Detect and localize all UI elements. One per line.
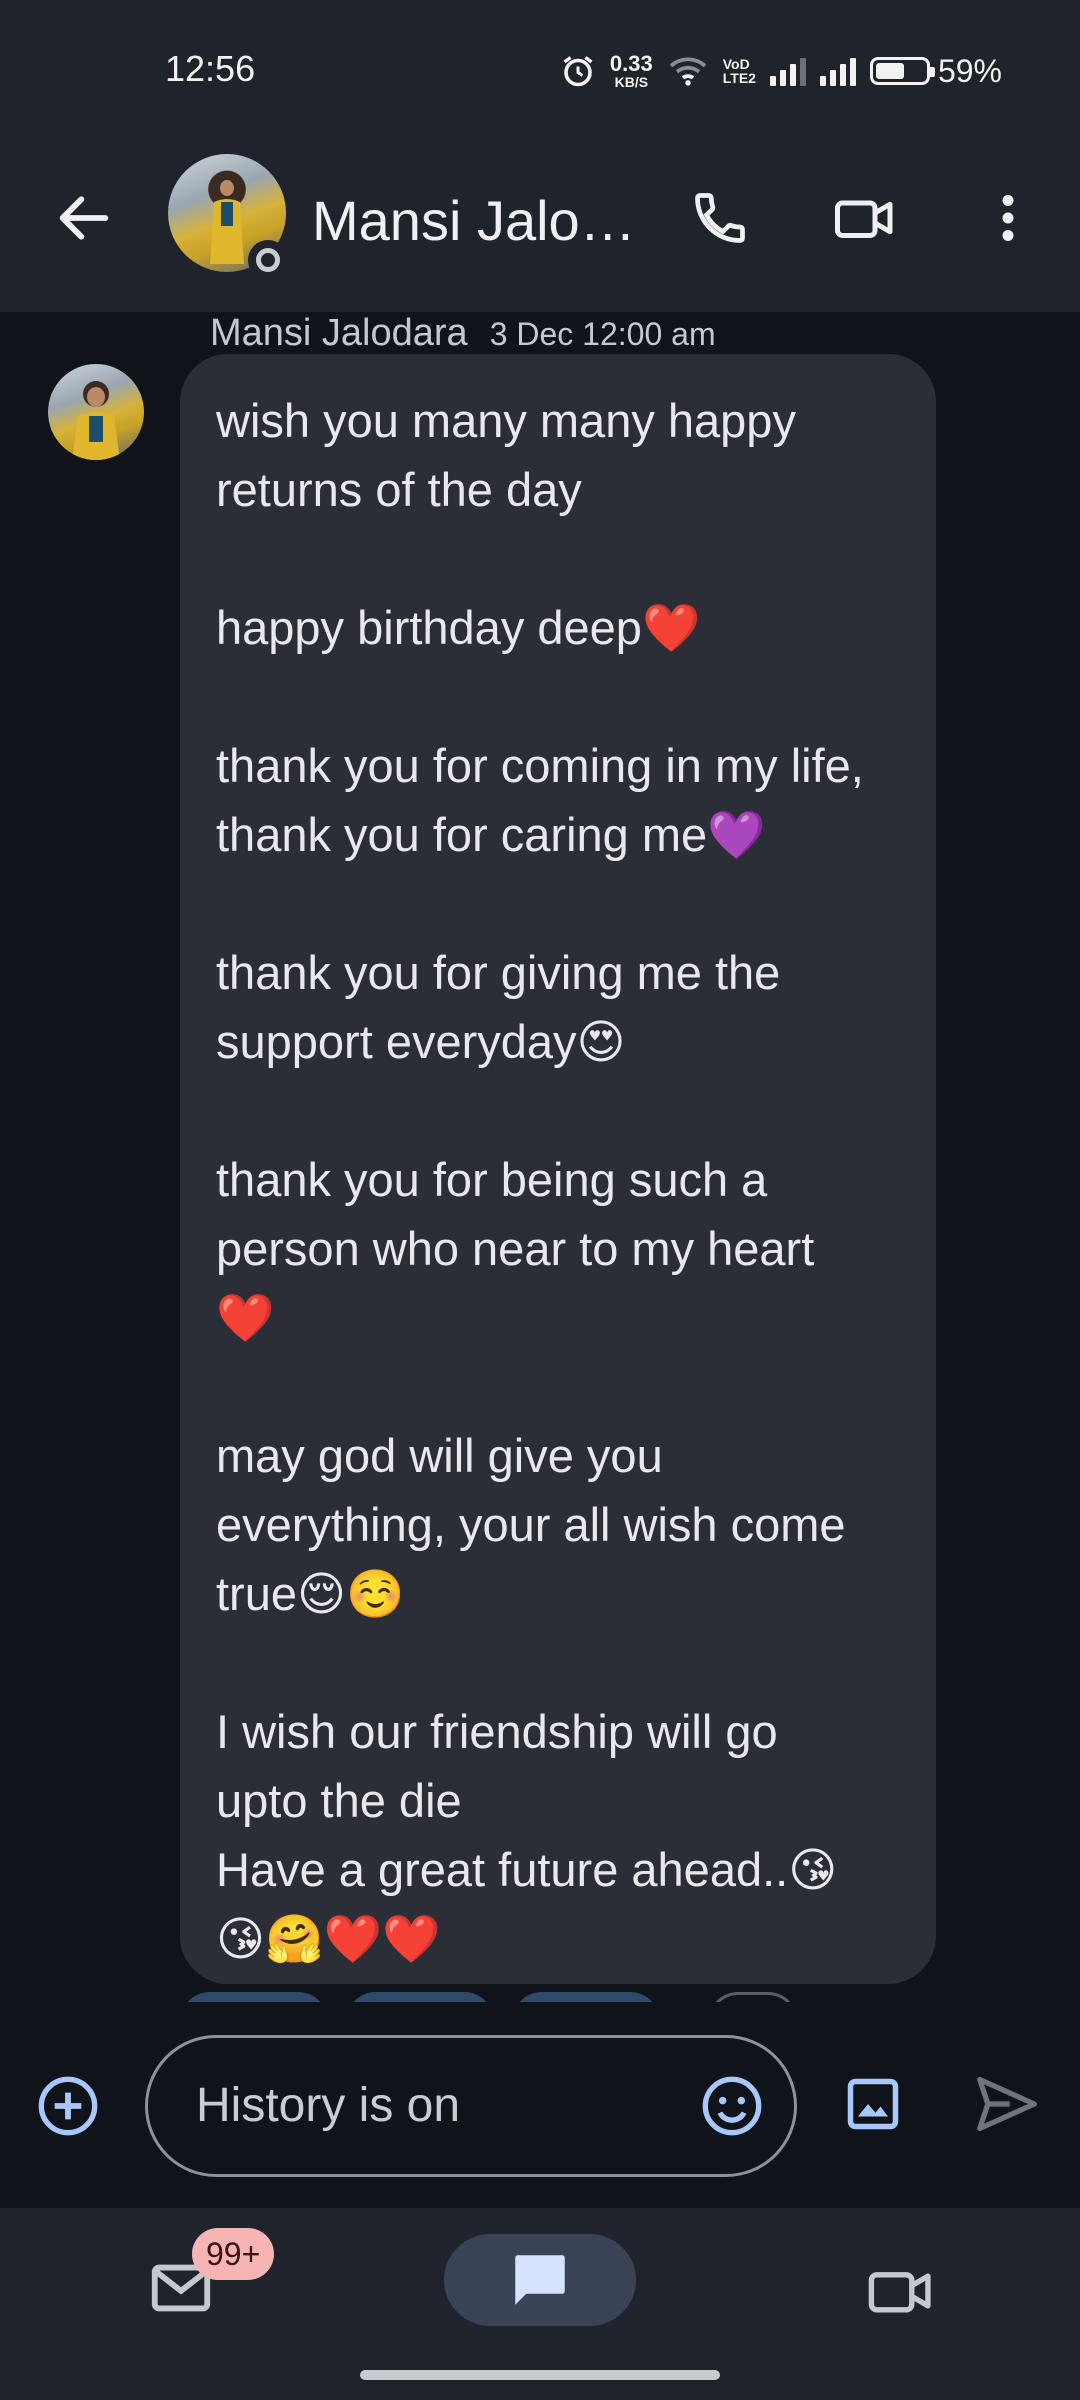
emoji-icon	[702, 2076, 762, 2136]
phone-icon	[695, 193, 745, 243]
suggestion-chips	[180, 1992, 798, 2002]
more-vert-icon	[1002, 195, 1014, 241]
home-indicator[interactable]	[360, 2370, 720, 2380]
message-line: returns of the day	[216, 463, 582, 516]
message-line: 😘🤗❤️❤️	[216, 1912, 441, 1965]
conversation-header: Mansi Jalo…	[0, 140, 1080, 312]
net-speed-unit: KB/S	[614, 74, 649, 90]
message-line: upto the die	[216, 1774, 462, 1827]
volte-indicator: VoD LTE2	[723, 57, 756, 85]
message-input[interactable]: History is on	[145, 2035, 797, 2177]
video-call-button[interactable]	[829, 182, 901, 254]
sender-avatar[interactable]	[48, 364, 144, 460]
emoji-button[interactable]	[700, 2074, 764, 2138]
message-line: may god will give you	[216, 1429, 663, 1482]
compose-bar: History is on	[0, 2002, 1080, 2208]
message-line: Have a great future ahead..😘	[216, 1843, 838, 1896]
message-line: thank you for giving me the	[216, 946, 781, 999]
person-photo-icon	[72, 381, 120, 460]
net-speed-value: 0.33	[609, 51, 653, 76]
more-options-button[interactable]	[972, 182, 1044, 254]
send-icon	[977, 2076, 1037, 2132]
message-meta: Mansi Jalodara 3 Dec 12:00 am	[210, 312, 716, 356]
message-list[interactable]: Mansi Jalodara 3 Dec 12:00 am wish you m…	[0, 312, 1080, 2002]
suggestion-chip[interactable]	[180, 1992, 328, 2002]
send-button[interactable]	[974, 2074, 1044, 2134]
status-icons: 0.33 KB/S VoD LTE2 59%	[560, 46, 1002, 96]
message-line: everything, your all wish come	[216, 1498, 846, 1551]
message-input-placeholder: History is on	[196, 2079, 461, 2132]
volte-bottom: LTE2	[722, 70, 756, 86]
volte-top: VoD	[722, 56, 750, 72]
net-speed: 0.33 KB/S	[609, 51, 653, 90]
bottom-navigation: 99+	[0, 2208, 1080, 2400]
message-line: thank you for being such a	[216, 1153, 768, 1206]
call-button[interactable]	[684, 182, 756, 254]
battery-fill	[875, 63, 905, 79]
battery-percent: 59%	[937, 52, 1002, 89]
battery: 59%	[869, 52, 1002, 90]
suggestion-chip[interactable]	[708, 1992, 798, 2002]
signal-icon-1	[769, 56, 806, 86]
suggestion-chip[interactable]	[346, 1992, 494, 2002]
mail-badge: 99+	[192, 2228, 275, 2280]
gallery-button[interactable]	[843, 2074, 903, 2134]
message-line: I wish our friendship will go	[216, 1705, 778, 1758]
status-time: 12:56	[165, 48, 256, 89]
message-bubble[interactable]: wish you many many happy returns of the d…	[180, 354, 936, 1984]
video-camera-icon	[868, 2272, 931, 2313]
contact-name[interactable]: Mansi Jalo…	[312, 188, 632, 253]
chat-icon	[515, 2255, 565, 2305]
add-circle-icon	[38, 2076, 98, 2136]
back-button[interactable]	[52, 186, 116, 250]
message-line: thank you for coming in my life,	[216, 739, 864, 792]
message-line: true😌☺️	[216, 1567, 405, 1620]
nav-meet[interactable]	[866, 2256, 936, 2326]
alarm-icon	[563, 56, 593, 87]
message-line: happy birthday deep❤️	[216, 601, 701, 654]
arrow-left-icon	[59, 196, 109, 240]
add-attachment-button[interactable]	[36, 2074, 100, 2138]
person-photo-icon	[210, 176, 244, 264]
suggestion-chip[interactable]	[512, 1992, 660, 2002]
sender-name: Mansi Jalodara	[210, 312, 468, 354]
battery-icon	[869, 57, 935, 85]
presence-indicator	[248, 240, 288, 280]
image-icon	[847, 2078, 899, 2130]
message-line: wish you many many happy	[216, 394, 796, 447]
message-line: support everyday😍	[216, 1015, 626, 1068]
message-line: person who near to my heart	[216, 1222, 815, 1275]
message-line: thank you for caring me💜	[216, 808, 766, 861]
message-line: ❤️	[216, 1291, 275, 1344]
nav-chat[interactable]	[444, 2234, 636, 2326]
video-camera-icon	[835, 200, 893, 238]
status-bar: 12:56 0.33 KB/S VoD LTE2 59%	[0, 0, 1080, 140]
message-timestamp: 3 Dec 12:00 am	[489, 316, 716, 352]
wifi-icon	[669, 57, 706, 86]
signal-icon-2	[819, 56, 856, 86]
